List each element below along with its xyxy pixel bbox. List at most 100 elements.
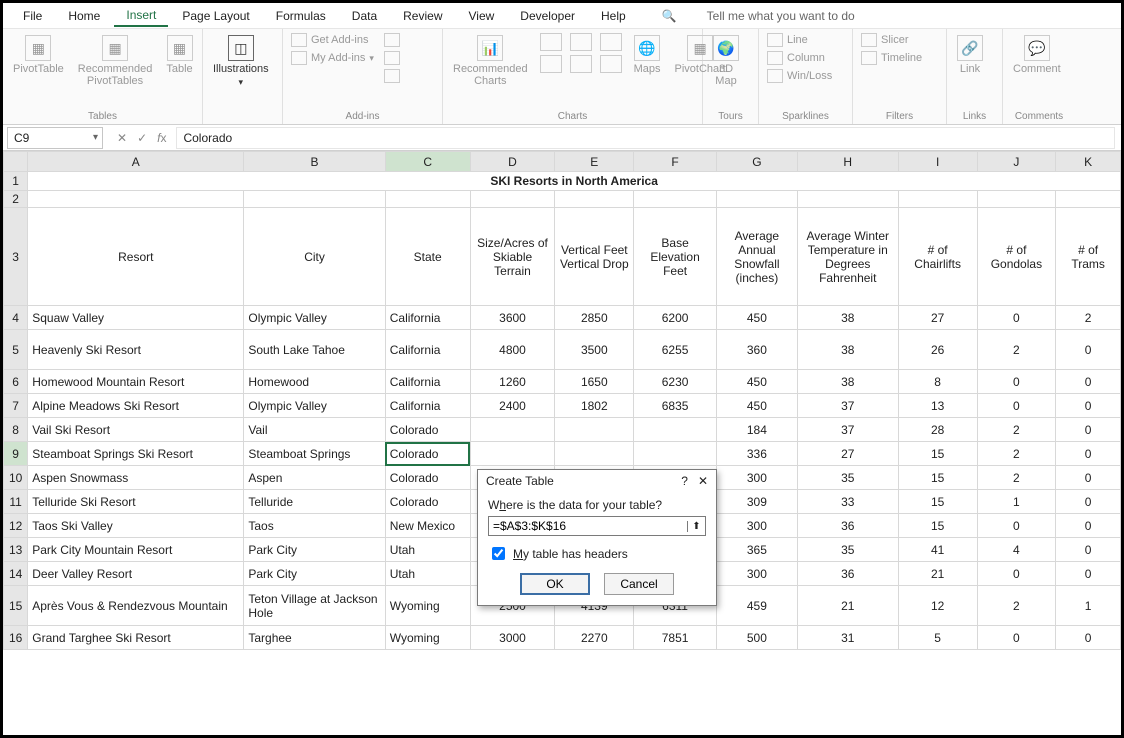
cell[interactable]: 15 bbox=[898, 514, 977, 538]
sparkline-line-button[interactable]: Line bbox=[767, 33, 832, 47]
comment-button[interactable]: 💬Comment bbox=[1011, 33, 1063, 77]
cell[interactable]: Squaw Valley bbox=[28, 306, 244, 330]
cell[interactable] bbox=[385, 191, 470, 208]
sparkline-column-button[interactable]: Column bbox=[767, 51, 832, 65]
menu-data[interactable]: Data bbox=[340, 6, 389, 26]
cell[interactable] bbox=[555, 191, 634, 208]
menu-file[interactable]: File bbox=[11, 6, 54, 26]
cell[interactable]: 0 bbox=[1056, 330, 1121, 370]
cell[interactable]: Olympic Valley bbox=[244, 306, 385, 330]
cell[interactable]: # of Chairlifts bbox=[898, 208, 977, 306]
cell[interactable]: 0 bbox=[1056, 442, 1121, 466]
cell[interactable]: 0 bbox=[977, 306, 1056, 330]
cell[interactable]: 0 bbox=[977, 370, 1056, 394]
cell[interactable]: Telluride bbox=[244, 490, 385, 514]
col-header-J[interactable]: J bbox=[977, 152, 1056, 172]
cell[interactable]: Telluride Ski Resort bbox=[28, 490, 244, 514]
cell[interactable]: 459 bbox=[716, 586, 797, 626]
cell[interactable]: 15 bbox=[898, 490, 977, 514]
row-header-3[interactable]: 3 bbox=[4, 208, 28, 306]
cell[interactable]: Resort bbox=[28, 208, 244, 306]
row-header-15[interactable]: 15 bbox=[4, 586, 28, 626]
ok-button[interactable]: OK bbox=[520, 573, 590, 595]
sparkline-winloss-button[interactable]: Win/Loss bbox=[767, 69, 832, 83]
cell[interactable]: Colorado bbox=[385, 490, 470, 514]
range-input[interactable] bbox=[489, 519, 687, 533]
cell[interactable]: 0 bbox=[977, 394, 1056, 418]
cell[interactable]: 0 bbox=[1056, 562, 1121, 586]
cell[interactable]: 336 bbox=[716, 442, 797, 466]
cell[interactable]: 7851 bbox=[634, 626, 717, 650]
chart-bar-icon[interactable] bbox=[540, 33, 562, 51]
menu-home[interactable]: Home bbox=[56, 6, 112, 26]
cell[interactable]: 2 bbox=[977, 586, 1056, 626]
3dmap-button[interactable]: 🌍3D Map bbox=[711, 33, 741, 89]
cell[interactable]: 37 bbox=[797, 394, 898, 418]
cell[interactable]: 300 bbox=[716, 514, 797, 538]
cell[interactable]: 4800 bbox=[470, 330, 555, 370]
row-header-12[interactable]: 12 bbox=[4, 514, 28, 538]
row-header-9[interactable]: 9 bbox=[4, 442, 28, 466]
cell[interactable]: 13 bbox=[898, 394, 977, 418]
cell[interactable]: 12 bbox=[898, 586, 977, 626]
addin-people-icon[interactable] bbox=[384, 51, 400, 65]
cell[interactable]: Heavenly Ski Resort bbox=[28, 330, 244, 370]
pivottable-button[interactable]: ▦PivotTable bbox=[11, 33, 66, 77]
cell[interactable]: 2 bbox=[977, 442, 1056, 466]
cell[interactable]: 26 bbox=[898, 330, 977, 370]
cell[interactable]: 450 bbox=[716, 394, 797, 418]
row-header-1[interactable]: 1 bbox=[4, 172, 28, 191]
cell[interactable]: Average Winter Temperature in Degrees Fa… bbox=[797, 208, 898, 306]
dialog-help-icon[interactable]: ? bbox=[681, 474, 688, 488]
row-header-6[interactable]: 6 bbox=[4, 370, 28, 394]
cell[interactable]: 0 bbox=[1056, 466, 1121, 490]
cell[interactable] bbox=[977, 191, 1056, 208]
cell[interactable]: Size/Acres of Skiable Terrain bbox=[470, 208, 555, 306]
slicer-button[interactable]: Slicer bbox=[861, 33, 922, 47]
cell[interactable]: 6255 bbox=[634, 330, 717, 370]
cell[interactable]: Alpine Meadows Ski Resort bbox=[28, 394, 244, 418]
cell[interactable]: 309 bbox=[716, 490, 797, 514]
cell[interactable]: 3600 bbox=[470, 306, 555, 330]
cell[interactable]: Vail bbox=[244, 418, 385, 442]
cell[interactable]: Park City Mountain Resort bbox=[28, 538, 244, 562]
cell[interactable]: 35 bbox=[797, 538, 898, 562]
cell[interactable]: 37 bbox=[797, 418, 898, 442]
cell[interactable]: 0 bbox=[1056, 490, 1121, 514]
menu-developer[interactable]: Developer bbox=[508, 6, 587, 26]
cell[interactable] bbox=[555, 418, 634, 442]
col-header-K[interactable]: K bbox=[1056, 152, 1121, 172]
cell[interactable]: 1650 bbox=[555, 370, 634, 394]
cell[interactable]: 36 bbox=[797, 562, 898, 586]
cell[interactable]: 33 bbox=[797, 490, 898, 514]
dialog-close-icon[interactable]: ✕ bbox=[698, 474, 708, 488]
cell[interactable]: Utah bbox=[385, 538, 470, 562]
chart-scatter-icon[interactable] bbox=[570, 55, 592, 73]
addin-bing-icon[interactable] bbox=[384, 33, 400, 47]
cell[interactable] bbox=[716, 191, 797, 208]
cell[interactable]: Park City bbox=[244, 562, 385, 586]
cell[interactable]: 15 bbox=[898, 442, 977, 466]
maps-button[interactable]: 🌐Maps bbox=[632, 33, 663, 77]
cell[interactable]: Steamboat Springs Ski Resort bbox=[28, 442, 244, 466]
cell[interactable]: Aspen bbox=[244, 466, 385, 490]
cell[interactable] bbox=[1056, 191, 1121, 208]
recommended-pivot-button[interactable]: ▦Recommended PivotTables bbox=[76, 33, 155, 89]
chart-combo-icon[interactable] bbox=[600, 55, 622, 73]
row-header-16[interactable]: 16 bbox=[4, 626, 28, 650]
tell-me[interactable]: 🔍 Tell me what you want to do bbox=[650, 6, 867, 26]
cell[interactable]: California bbox=[385, 394, 470, 418]
cell[interactable]: 184 bbox=[716, 418, 797, 442]
cell[interactable]: Wyoming bbox=[385, 586, 470, 626]
cell[interactable]: California bbox=[385, 330, 470, 370]
timeline-button[interactable]: Timeline bbox=[861, 51, 922, 65]
cell[interactable]: 41 bbox=[898, 538, 977, 562]
formula-input[interactable]: Colorado bbox=[176, 127, 1115, 149]
col-header-B[interactable]: B bbox=[244, 152, 385, 172]
cell[interactable]: 1 bbox=[977, 490, 1056, 514]
menu-help[interactable]: Help bbox=[589, 6, 638, 26]
row-header-7[interactable]: 7 bbox=[4, 394, 28, 418]
cell[interactable]: 0 bbox=[1056, 626, 1121, 650]
cell[interactable]: State bbox=[385, 208, 470, 306]
cell[interactable]: New Mexico bbox=[385, 514, 470, 538]
